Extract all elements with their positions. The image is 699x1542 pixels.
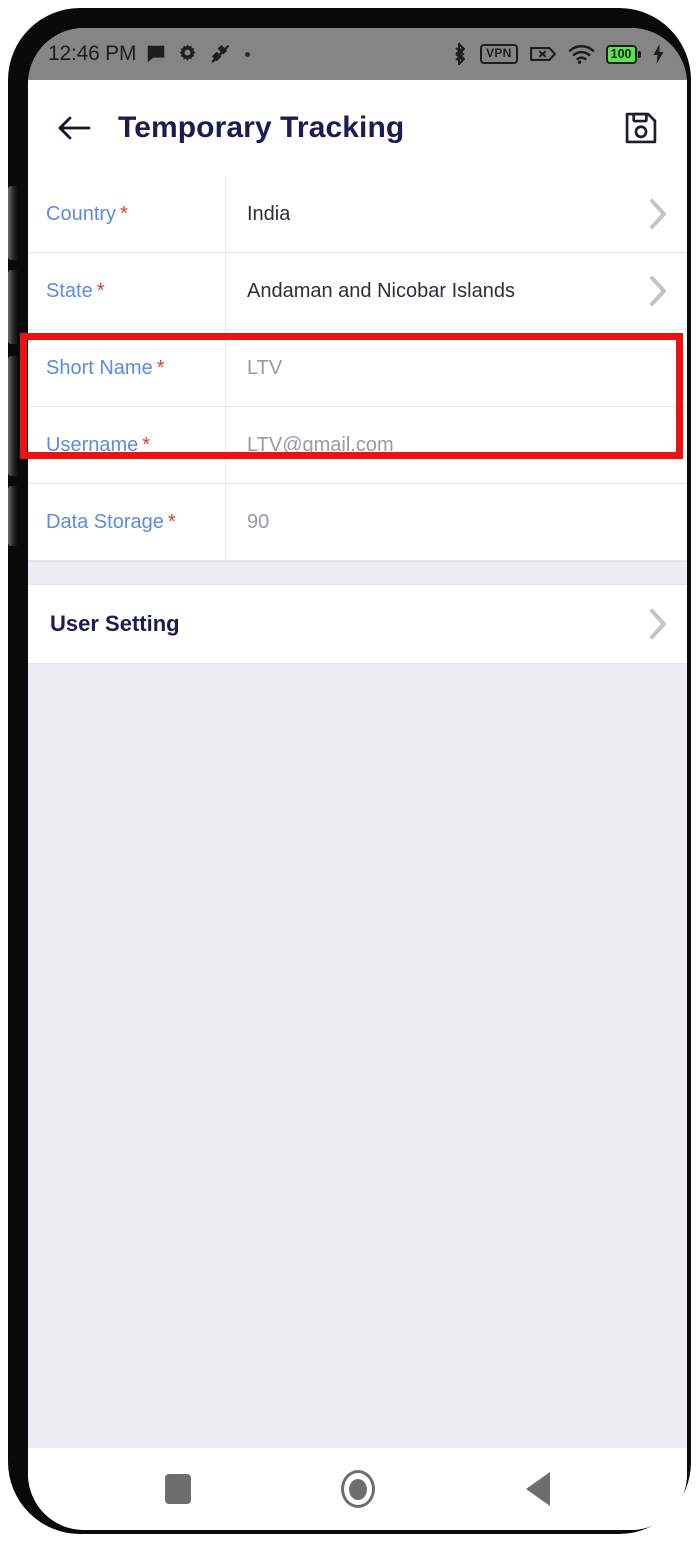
required-asterisk: * — [167, 511, 176, 533]
user-setting-label: User Setting — [50, 611, 180, 636]
status-bar-left: 12:46 PM — [48, 42, 449, 66]
form-row-state[interactable]: State * Andaman and Nicobar Islands — [28, 253, 687, 330]
frame-side-button — [8, 356, 17, 476]
chevron-right-icon — [650, 609, 666, 639]
field-label: Data Storage — [46, 510, 164, 533]
bluetooth-icon — [455, 43, 466, 65]
form-row-username[interactable]: Username * LTV@gmail.com — [28, 407, 687, 484]
floppy-save-icon — [625, 112, 657, 144]
field-label: Username — [46, 433, 139, 456]
field-label: Short Name — [46, 356, 153, 379]
row-label-cell: Short Name * — [28, 330, 226, 406]
row-value-cell[interactable]: India — [226, 176, 629, 252]
row-chevron[interactable] — [629, 176, 687, 252]
short-name-input[interactable]: LTV — [247, 357, 282, 380]
sim-disabled-icon — [529, 46, 556, 62]
row-chevron[interactable] — [629, 253, 687, 329]
save-button[interactable] — [617, 104, 665, 152]
field-label: State — [46, 279, 93, 302]
form-row-data-storage[interactable]: Data Storage * 90 — [28, 484, 687, 561]
back-button[interactable] — [52, 106, 96, 150]
row-value-cell[interactable]: Andaman and Nicobar Islands — [226, 253, 629, 329]
required-asterisk: * — [142, 434, 151, 456]
recents-button[interactable] — [151, 1462, 205, 1516]
square-recents-icon — [164, 1474, 191, 1504]
battery-level: 100 — [605, 44, 637, 64]
row-label-cell: State * — [28, 253, 226, 329]
app-bar: Temporary Tracking — [28, 80, 687, 176]
message-icon — [148, 45, 165, 63]
username-input[interactable]: LTV@gmail.com — [247, 434, 394, 457]
android-nav-bar — [28, 1448, 687, 1530]
charging-bolt-icon — [653, 44, 664, 64]
row-value-cell[interactable]: 90 — [226, 484, 687, 560]
status-bar: 12:46 PM VPN 100 — [28, 28, 687, 80]
chevron-right-icon — [650, 199, 666, 229]
nav-back-button[interactable] — [511, 1462, 565, 1516]
phone-screen: 12:46 PM VPN 100 Temporary Tracking Coun… — [28, 28, 687, 1530]
field-label: Country — [46, 202, 117, 225]
section-divider — [28, 561, 687, 585]
home-inner-dot — [348, 1478, 367, 1500]
circle-home-icon — [340, 1470, 375, 1508]
data-storage-input[interactable]: 90 — [247, 511, 269, 534]
row-label-cell: Username * — [28, 407, 226, 483]
status-bar-right: VPN 100 — [449, 42, 665, 66]
arrow-left-icon — [58, 116, 91, 140]
frame-side-button — [8, 486, 17, 546]
frame-side-button — [8, 186, 17, 260]
battery-cap — [638, 50, 641, 58]
phone-frame: 12:46 PM VPN 100 Temporary Tracking Coun… — [8, 8, 691, 1534]
gear-icon — [179, 43, 196, 61]
field-value: India — [247, 202, 291, 225]
field-value: Andaman and Nicobar Islands — [247, 279, 515, 302]
row-label-cell: Data Storage * — [28, 484, 226, 560]
wifi-icon — [568, 44, 594, 64]
status-clock: 12:46 PM — [48, 42, 137, 65]
form-row-short-name[interactable]: Short Name * LTV — [28, 330, 687, 407]
triangle-back-icon — [525, 1472, 550, 1506]
row-chevron[interactable] — [629, 608, 687, 640]
chevron-right-icon — [650, 276, 666, 306]
row-value-cell[interactable]: LTV@gmail.com — [226, 407, 687, 483]
dot-separator-icon — [245, 51, 251, 57]
row-label-cell: Country * — [28, 176, 226, 252]
frame-side-button — [8, 270, 17, 344]
required-asterisk: * — [96, 280, 105, 302]
required-asterisk: * — [120, 203, 128, 225]
home-button[interactable] — [331, 1462, 385, 1516]
vpn-icon: VPN — [480, 44, 518, 64]
empty-content-area — [28, 664, 687, 1464]
satellite-off-icon — [211, 44, 230, 63]
required-asterisk: * — [156, 357, 165, 379]
form-list: Country * India State * Andaman and Nico… — [28, 176, 687, 1464]
battery-icon: 100 — [605, 44, 641, 64]
sidebar-item-user-setting[interactable]: User Setting — [28, 585, 687, 664]
page-title: Temporary Tracking — [118, 111, 405, 144]
row-value-cell[interactable]: LTV — [226, 330, 687, 406]
form-row-country[interactable]: Country * India — [28, 176, 687, 253]
